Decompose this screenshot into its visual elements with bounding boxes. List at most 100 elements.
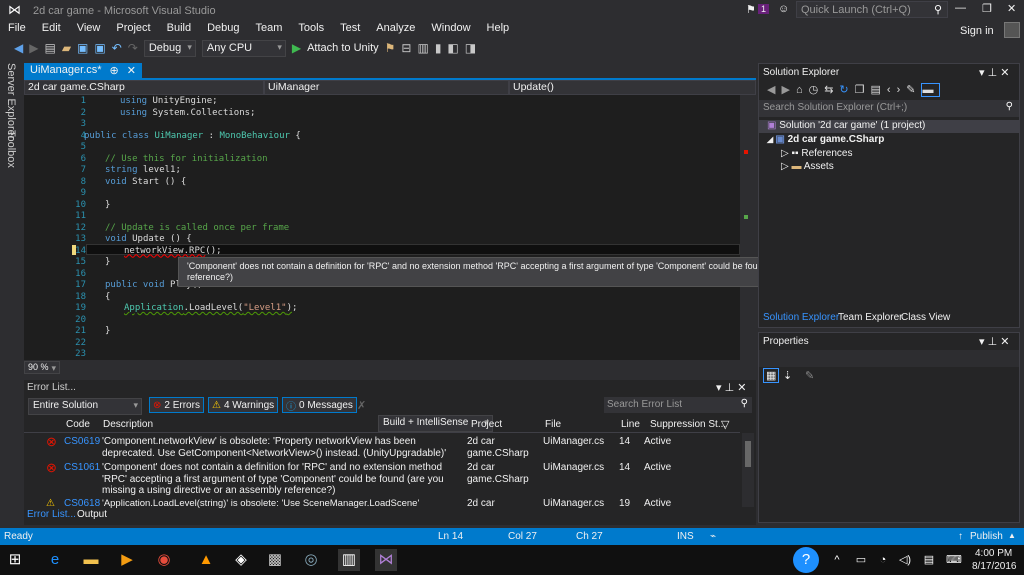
feedback-icon[interactable]: ☺ bbox=[778, 3, 789, 15]
tree-project[interactable]: ◢ ▣ 2d car game.CSharp bbox=[767, 134, 884, 145]
table-row[interactable]: ⚠ CS0618 'Application.LoadLevel(string)'… bbox=[24, 498, 740, 509]
column-description[interactable]: Description bbox=[103, 419, 153, 430]
clock-date[interactable]: 8/17/2016 bbox=[972, 561, 1017, 572]
bookmark-prev-icon[interactable]: ◧ bbox=[447, 41, 458, 55]
platform-select[interactable]: Any CPU bbox=[201, 39, 286, 57]
bookmark-icon[interactable]: ▮ bbox=[435, 41, 442, 55]
menu-debug[interactable]: Debug bbox=[199, 20, 247, 38]
comment-icon[interactable]: ▥ bbox=[417, 41, 428, 55]
tab-output[interactable]: Output bbox=[77, 509, 107, 520]
toolbox-tab[interactable]: Toolbox bbox=[5, 130, 17, 168]
menu-file[interactable]: File bbox=[0, 20, 34, 38]
menu-test[interactable]: Test bbox=[332, 20, 368, 38]
menu-project[interactable]: Project bbox=[108, 20, 158, 38]
solution-search-input[interactable]: Search Solution Explorer (Ctrl+;) ⚲ bbox=[759, 100, 1019, 117]
back-icon[interactable]: ◀ bbox=[767, 84, 781, 96]
file-explorer-icon[interactable]: ▬ bbox=[80, 549, 102, 571]
quick-launch-input[interactable]: Quick Launch (Ctrl+Q) ⚲ bbox=[796, 1, 948, 18]
forward-icon[interactable]: ▶ bbox=[29, 41, 38, 55]
back-icon[interactable]: ◀ bbox=[14, 41, 23, 55]
volume-icon[interactable]: ◁) bbox=[894, 549, 916, 571]
play-icon[interactable]: ▶ bbox=[292, 41, 301, 55]
notification-count[interactable]: 1 bbox=[758, 4, 770, 14]
refresh-icon[interactable]: ↻ bbox=[839, 84, 854, 96]
tree-solution[interactable]: ▣ Solution '2d car game' (1 project) bbox=[759, 120, 1019, 133]
editor-scrollbar[interactable] bbox=[740, 95, 756, 360]
table-row[interactable]: ⊗ CS1061 'Component' does not contain a … bbox=[24, 461, 740, 498]
wifi-icon[interactable]: ◔ bbox=[872, 549, 894, 571]
error-code[interactable]: CS0619 bbox=[64, 436, 100, 448]
code-icon[interactable]: ‹› bbox=[887, 84, 906, 96]
sign-in-link[interactable]: Sign in bbox=[960, 25, 994, 37]
clear-filter-icon[interactable]: ✗ bbox=[357, 399, 366, 412]
wrench-icon[interactable]: ✎ bbox=[906, 84, 921, 96]
server-explorer-tab[interactable]: Server Explorer bbox=[5, 63, 17, 139]
project-dropdown[interactable]: 2d car game.CSharp bbox=[24, 80, 264, 95]
forward-icon[interactable]: ▶ bbox=[781, 84, 795, 96]
minimize-button[interactable]: — bbox=[955, 2, 966, 14]
home-icon[interactable]: ⌂ bbox=[796, 84, 809, 96]
help-icon[interactable]: ? bbox=[793, 547, 819, 573]
member-dropdown[interactable]: Update() bbox=[509, 80, 756, 95]
app-icon[interactable]: ▩ bbox=[264, 549, 286, 571]
property-pages-icon[interactable]: ✎ bbox=[805, 369, 814, 382]
open-file-icon[interactable]: ▰ bbox=[62, 41, 71, 55]
menu-edit[interactable]: Edit bbox=[34, 20, 69, 38]
preview-icon[interactable]: ▬ bbox=[921, 83, 941, 97]
align-icon[interactable]: ⊟ bbox=[401, 41, 411, 55]
tab-solution-explorer[interactable]: Solution Explorer bbox=[763, 312, 839, 323]
account-avatar[interactable] bbox=[1004, 22, 1020, 38]
errors-filter-button[interactable]: ⊗ 2 Errors bbox=[149, 397, 204, 413]
menu-analyze[interactable]: Analyze bbox=[368, 20, 423, 38]
panel-menu-icon[interactable]: ▾ ⊥ ✕ bbox=[979, 335, 1009, 348]
menu-window[interactable]: Window bbox=[423, 20, 478, 38]
chrome-icon[interactable]: ◉ bbox=[153, 549, 175, 571]
action-center-icon[interactable]: ▤ bbox=[918, 549, 940, 571]
error-code[interactable]: CS0618 bbox=[64, 498, 100, 510]
alphabetical-icon[interactable]: ⇣ bbox=[783, 369, 792, 382]
table-row[interactable]: ⊗ CS0619 'Component.networkView' is obso… bbox=[24, 435, 740, 462]
search-error-list-input[interactable]: Search Error List ⚲ bbox=[604, 397, 752, 413]
panel-menu-icon[interactable]: ▾ ⊥ ✕ bbox=[979, 66, 1009, 79]
close-tab-icon[interactable]: ✕ bbox=[127, 64, 136, 78]
close-button[interactable]: ✕ bbox=[1007, 2, 1016, 15]
save-icon[interactable]: ▣ bbox=[77, 41, 88, 55]
tree-assets[interactable]: ▷ ▬ Assets bbox=[781, 161, 834, 172]
find-icon[interactable]: ⚑ bbox=[385, 41, 396, 55]
clock-time[interactable]: 4:00 PM bbox=[975, 548, 1012, 559]
edge-icon[interactable]: e bbox=[44, 549, 66, 571]
media-player-icon[interactable]: ▶ bbox=[116, 549, 138, 571]
error-list-scrollbar[interactable] bbox=[742, 433, 754, 507]
show-all-icon[interactable]: ▤ bbox=[871, 84, 887, 96]
redo-icon[interactable]: ↷ bbox=[128, 41, 138, 55]
properties-object-select[interactable] bbox=[759, 350, 1019, 367]
zoom-select[interactable]: 90 % bbox=[24, 361, 60, 374]
messages-filter-button[interactable]: ⓘ 0 Messages bbox=[282, 397, 357, 413]
bookmark-next-icon[interactable]: ◨ bbox=[465, 41, 476, 55]
pin-icon[interactable]: ⊕ bbox=[110, 64, 119, 78]
filter-icon[interactable]: ▽ bbox=[721, 418, 729, 431]
keyboard-icon[interactable]: ⌨ bbox=[943, 549, 965, 571]
column-line[interactable]: Line bbox=[621, 419, 640, 430]
visual-studio-icon[interactable]: ⋈ bbox=[375, 549, 397, 571]
column-suppression[interactable]: Suppression St... bbox=[650, 419, 726, 430]
attach-to-unity-button[interactable]: Attach to Unity bbox=[307, 42, 379, 54]
tree-references[interactable]: ▷ ▪▪ References bbox=[781, 148, 852, 159]
sync-icon[interactable]: ⇆ bbox=[824, 84, 839, 96]
column-file[interactable]: File bbox=[545, 419, 561, 430]
categorized-icon[interactable]: ▦ bbox=[763, 368, 780, 383]
configuration-select[interactable]: Debug bbox=[143, 39, 196, 57]
new-project-icon[interactable]: ▤ bbox=[44, 41, 55, 55]
app2-icon[interactable]: ◎ bbox=[300, 549, 322, 571]
code-editor[interactable]: using UnityEngine; using System.Collecti… bbox=[24, 95, 740, 360]
menu-help[interactable]: Help bbox=[479, 20, 518, 38]
notification-flag-icon[interactable]: ⚑ bbox=[746, 3, 756, 16]
warnings-filter-button[interactable]: ⚠ 4 Warnings bbox=[208, 397, 279, 413]
unity-icon[interactable]: ◈ bbox=[230, 549, 252, 571]
column-code[interactable]: Code bbox=[66, 419, 90, 430]
save-all-icon[interactable]: ▣ bbox=[94, 41, 105, 55]
menu-build[interactable]: Build bbox=[159, 20, 199, 38]
battery-icon[interactable]: ▭ bbox=[850, 549, 872, 571]
start-icon[interactable]: ⊞ bbox=[4, 549, 26, 571]
show-hidden-icons[interactable]: ^ bbox=[826, 549, 848, 571]
